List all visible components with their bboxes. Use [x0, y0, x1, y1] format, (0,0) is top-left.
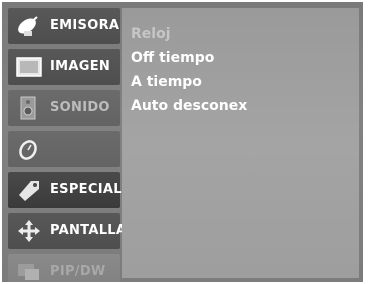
menu-label-especial: ESPECIAL	[50, 182, 122, 197]
submenu-panel: Reloj Off tiempo A tiempo Auto desconex	[122, 8, 359, 278]
menu-label-imagen: IMAGEN	[50, 59, 111, 74]
menu-item-sonido[interactable]: SONIDO	[8, 90, 120, 126]
clock-icon	[14, 135, 44, 163]
satellite-dish-icon	[14, 12, 44, 40]
main-menu-sidebar: EMISORA IMAGEN SONIDO ESPECIAL PANTALLA …	[8, 8, 126, 282]
speaker-icon	[14, 94, 44, 122]
menu-label-pantalla: PANTALLA	[50, 223, 127, 238]
menu-item-especial[interactable]: ESPECIAL	[8, 172, 122, 208]
menu-item-pantalla[interactable]: PANTALLA	[8, 213, 126, 249]
option-off-tiempo[interactable]: Off tiempo	[131, 46, 247, 70]
option-auto-desconex[interactable]: Auto desconex	[131, 94, 247, 118]
menu-item-emisora[interactable]: EMISORA	[8, 8, 120, 44]
menu-item-tiempo[interactable]	[8, 131, 120, 167]
menu-label-emisora: EMISORA	[50, 18, 120, 33]
option-a-tiempo[interactable]: A tiempo	[131, 70, 247, 94]
submenu-options: Reloj Off tiempo A tiempo Auto desconex	[131, 22, 247, 118]
tv-osd-screen: EMISORA IMAGEN SONIDO ESPECIAL PANTALLA …	[2, 2, 363, 282]
move-arrows-icon	[14, 217, 44, 245]
menu-item-pip-dw[interactable]: PIP/DW	[8, 254, 120, 282]
option-reloj[interactable]: Reloj	[131, 22, 247, 46]
menu-label-sonido: SONIDO	[50, 100, 110, 115]
pip-screens-icon	[14, 258, 44, 282]
tag-icon	[14, 176, 44, 204]
picture-frame-icon	[14, 53, 44, 81]
menu-item-imagen[interactable]: IMAGEN	[8, 49, 120, 85]
menu-label-pip-dw: PIP/DW	[50, 264, 106, 279]
